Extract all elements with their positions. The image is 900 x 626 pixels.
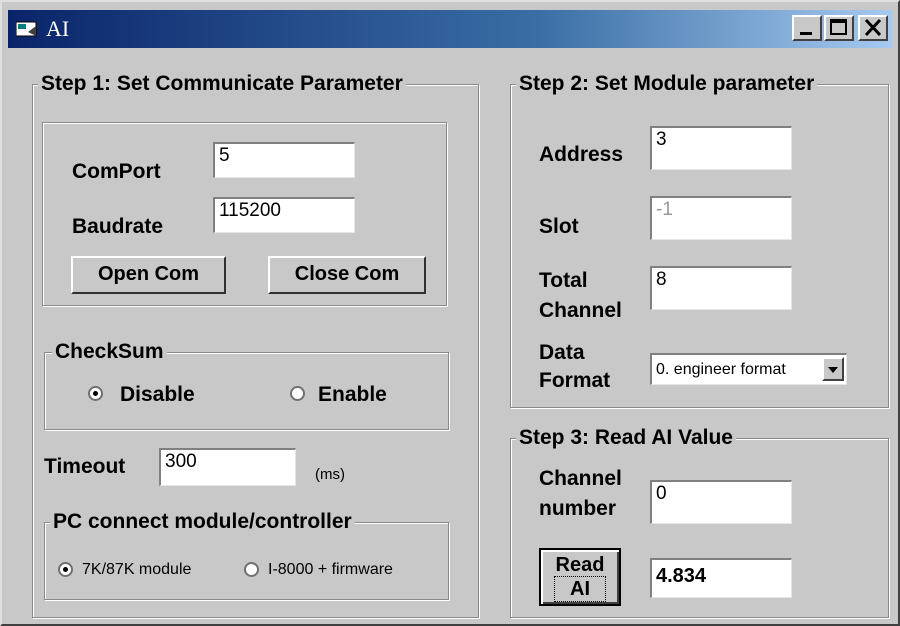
checksum-enable-radio[interactable]: [290, 386, 305, 401]
read-ai-button[interactable]: Read AI: [539, 548, 621, 606]
radio-selected-dot: [93, 391, 98, 396]
total-channel-label-line2: Channel: [539, 299, 622, 322]
address-label: Address: [539, 143, 624, 166]
comport-label: ComPort: [72, 160, 161, 183]
radio-selected-dot: [63, 567, 68, 572]
channel-number-input[interactable]: 0: [650, 480, 792, 524]
slot-label: Slot: [539, 215, 579, 238]
timeout-unit: (ms): [315, 466, 345, 483]
checksum-disable-radio[interactable]: [88, 386, 103, 401]
timeout-input[interactable]: 300: [159, 448, 296, 486]
chevron-down-icon[interactable]: [822, 357, 844, 381]
checksum-legend: CheckSum: [52, 340, 167, 364]
channel-number-label-line2: number: [539, 497, 617, 520]
slot-input[interactable]: -1: [650, 196, 792, 240]
data-format-label-line1: Data: [539, 341, 585, 364]
data-format-dropdown[interactable]: 0. engineer format: [650, 353, 847, 385]
app-window: AI Step 1: Set Communicate Parameter Com…: [0, 0, 900, 626]
maximize-icon: [830, 19, 847, 35]
baudrate-input[interactable]: 115200: [213, 197, 355, 233]
close-icon: [864, 18, 882, 37]
maximize-button[interactable]: [824, 15, 854, 41]
close-com-button[interactable]: Close Com: [268, 256, 426, 294]
close-button[interactable]: [858, 15, 888, 41]
module-7k-radio[interactable]: [58, 562, 73, 577]
checksum-enable-label[interactable]: Enable: [318, 382, 387, 408]
total-channel-label-line1: Total: [539, 269, 588, 292]
window-title: AI: [46, 16, 70, 41]
title-bar[interactable]: AI: [8, 10, 892, 48]
pc-connect-legend: PC connect module/controller: [50, 510, 355, 534]
app-icon: [16, 21, 37, 37]
baudrate-label: Baudrate: [72, 215, 164, 238]
i8000-radio[interactable]: [244, 562, 259, 577]
minimize-button[interactable]: [792, 15, 822, 41]
channel-number-label-line1: Channel: [539, 467, 622, 490]
data-format-selected: 0. engineer format: [656, 361, 786, 378]
i8000-label[interactable]: I-8000 + firmware: [268, 557, 393, 583]
address-input[interactable]: 3: [650, 126, 792, 170]
checksum-disable-label[interactable]: Disable: [120, 382, 195, 408]
comport-input[interactable]: 5: [213, 142, 355, 178]
step2-legend: Step 2: Set Module parameter: [516, 72, 818, 96]
module-7k-label[interactable]: 7K/87K module: [82, 557, 191, 583]
ai-value-output: 4.834: [650, 558, 792, 598]
data-format-label-line2: Format: [539, 369, 611, 392]
step1-legend: Step 1: Set Communicate Parameter: [38, 72, 406, 96]
read-ai-label-line2: AI: [554, 576, 606, 602]
total-channel-input[interactable]: 8: [650, 266, 792, 310]
open-com-button[interactable]: Open Com: [71, 256, 226, 294]
read-ai-label-line1: Read: [555, 554, 605, 576]
step3-legend: Step 3: Read AI Value: [516, 426, 736, 450]
dropdown-arrow-icon: [828, 367, 838, 373]
minimize-icon: [800, 32, 812, 35]
timeout-label: Timeout: [44, 455, 126, 478]
